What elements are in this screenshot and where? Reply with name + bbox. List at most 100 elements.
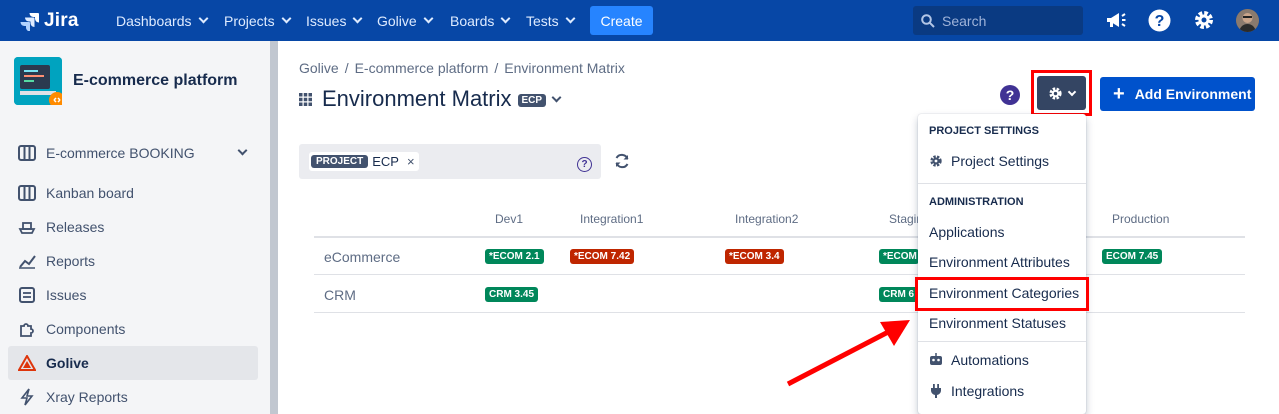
nav-issues[interactable]: Issues [306,0,363,41]
version-lozenge[interactable]: CRM 3.45 [485,287,539,302]
version-lozenge[interactable]: CRM 6 [879,287,919,302]
sidebar-item-kanban-board[interactable]: Kanban board [8,176,258,210]
plus-icon: + [1113,83,1125,105]
chevron-down-icon[interactable] [551,92,562,103]
menu-divider [918,183,1086,184]
version-lozenge[interactable]: *ECOM 7.42 [570,249,635,264]
help-icon[interactable]: ? [1147,8,1171,32]
sidebar-item-xray-reports[interactable]: Xray Reports [8,380,258,414]
grid-icon [299,92,312,106]
version-lozenge[interactable]: *ECOM 3.4 [725,249,784,264]
filter-chip: PROJECT ECP × [309,152,419,171]
column-header-staging: Stagir [889,212,921,226]
nav-tests[interactable]: Tests [526,0,576,41]
sidebar-item-reports[interactable]: Reports [8,244,258,278]
filter-chip-value: ECP [372,154,399,169]
project-filter[interactable]: PROJECT ECP × ? [299,144,601,179]
menu-item-label: Environment Statuses [929,315,1066,331]
add-environment-label: Add Environment [1134,86,1252,102]
plug-icon [929,384,943,398]
menu-item-project-settings[interactable]: Project Settings [929,153,1049,169]
jira-logo-icon [20,13,39,31]
version-lozenge[interactable]: *ECOM 2.1 [485,249,544,264]
sidebar-item-ecommerce-booking[interactable]: E-commerce BOOKING [8,136,258,170]
board-icon [18,144,36,162]
version-lozenge[interactable]: *ECOM [879,249,919,264]
row-label-ecommerce: eCommerce [324,249,401,265]
chevron-down-icon [423,13,434,24]
breadcrumb: Golive / E-commerce platform / Environme… [299,60,625,76]
sidebar-item-label: Golive [46,355,89,371]
nav-boards-label: Boards [450,12,495,29]
project-settings-heading: PROJECT SETTINGS [929,125,1040,137]
search-box[interactable] [913,6,1083,35]
page-title: Environment Matrix [322,86,512,111]
column-header-integration2: Integration2 [735,212,799,226]
breadcrumb-golive[interactable]: Golive [299,60,339,76]
column-header-production: Production [1112,212,1170,226]
sidebar-item-releases[interactable]: Releases [8,210,258,244]
add-environment-button[interactable]: + Add Environment [1100,77,1255,111]
refresh-icon[interactable] [613,152,631,170]
sidebar-scrollbar[interactable] [270,41,278,414]
row-label-crm: CRM [324,287,356,303]
nav-projects[interactable]: Projects [224,0,292,41]
nav-golive[interactable]: Golive [377,0,434,41]
sidebar-item-golive[interactable]: Golive [8,346,258,380]
sidebar-item-label: Releases [46,219,105,235]
jira-logo-text: Jira [44,10,79,31]
settings-gear-icon[interactable] [1192,8,1216,32]
jira-logo[interactable]: Jira [20,9,79,33]
project-name[interactable]: E-commerce platform [73,72,238,90]
page-help-icon[interactable]: ? [1000,85,1020,105]
nav-tests-label: Tests [526,12,559,29]
chevron-down-icon [281,13,292,24]
chevron-down-icon [198,13,208,24]
sidebar-item-components[interactable]: Components [8,312,258,346]
sidebar-item-label: Reports [46,253,96,269]
golive-icon [18,354,36,372]
ship-icon [18,218,36,236]
menu-divider [918,341,1086,342]
chevron-down-icon [237,145,248,156]
annotation-highlight-environment-categories [915,277,1089,311]
user-avatar[interactable] [1236,9,1259,32]
issues-icon [18,286,36,304]
sidebar-item-issues[interactable]: Issues [8,278,258,312]
table-row-divider [314,274,1245,275]
menu-item-environment-statuses[interactable]: Environment Statuses [929,315,1066,331]
filter-chip-label: PROJECT [311,155,369,168]
nav-issues-label: Issues [306,12,347,29]
menu-item-label: Automations [951,352,1029,368]
project-avatar[interactable] [14,57,65,108]
column-header-dev1: Dev1 [495,212,524,226]
project-key-badge: ECP [517,93,547,107]
remove-filter-icon[interactable]: × [407,154,415,169]
gear-icon [929,154,943,168]
nav-boards[interactable]: Boards [450,0,511,41]
administration-heading: ADMINISTRATION [929,196,1024,208]
filter-help-icon[interactable]: ? [577,157,592,172]
nav-dashboards[interactable]: Dashboards [116,0,208,41]
menu-item-integrations[interactable]: Integrations [929,383,1024,399]
table-header-divider [314,236,1245,238]
breadcrumb-separator: / [344,60,349,76]
sidebar-item-label: E-commerce BOOKING [46,145,195,161]
top-navigation-bar: Jira Dashboards Projects Issues Golive B… [0,0,1279,41]
megaphone-icon[interactable] [1104,8,1128,32]
breadcrumb-environment-matrix[interactable]: Environment Matrix [504,60,625,76]
menu-item-applications[interactable]: Applications [929,224,1005,240]
nav-golive-label: Golive [377,12,417,29]
create-button[interactable]: Create [590,6,653,35]
puzzle-icon [18,320,36,338]
search-input[interactable] [942,12,1072,29]
page-title-row: Environment Matrix ECP [299,86,562,112]
breadcrumb-project[interactable]: E-commerce platform [355,60,489,76]
chart-icon [18,252,36,270]
breadcrumb-separator: / [494,60,499,76]
sidebar-item-label: Kanban board [46,185,134,201]
version-lozenge[interactable]: ECOM 7.45 [1102,249,1163,264]
menu-item-environment-attributes[interactable]: Environment Attributes [929,254,1070,270]
project-sidebar: E-commerce platform E-commerce BOOKING K… [0,41,270,414]
menu-item-automations[interactable]: Automations [929,352,1029,368]
